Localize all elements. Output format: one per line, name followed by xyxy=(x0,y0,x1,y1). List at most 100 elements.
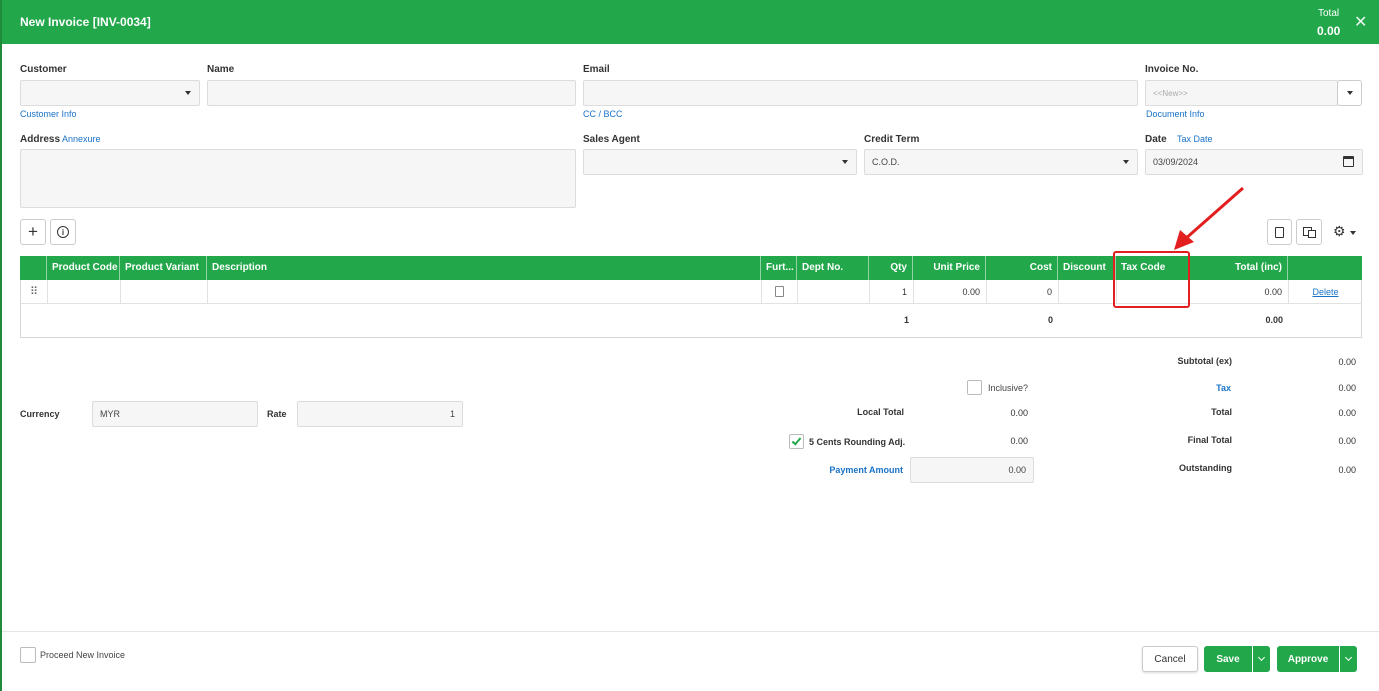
customer-label: Customer xyxy=(20,64,67,75)
copy-icon xyxy=(1302,226,1316,238)
chevron-down-icon xyxy=(185,91,191,95)
col-qty[interactable]: Qty xyxy=(869,256,913,280)
chevron-down-icon xyxy=(1257,653,1266,662)
customer-select[interactable] xyxy=(20,80,200,106)
info-button[interactable]: i xyxy=(50,219,76,245)
subtotal-value: 0.00 xyxy=(1338,357,1356,367)
credit-term-select[interactable]: C.O.D. xyxy=(864,149,1138,175)
col-cost[interactable]: Cost xyxy=(986,256,1058,280)
cancel-button[interactable]: Cancel xyxy=(1142,646,1198,672)
col-unit-price[interactable]: Unit Price xyxy=(913,256,986,280)
annexure-link[interactable]: Annexure xyxy=(62,134,101,144)
currency-field[interactable]: MYR xyxy=(92,401,258,427)
payment-amount-link[interactable]: Payment Amount xyxy=(800,465,903,475)
window-edge xyxy=(0,0,2,691)
address-label: Address xyxy=(20,134,61,145)
inclusive-checkbox[interactable] xyxy=(967,380,982,395)
cell-unit-price[interactable]: 0.00 xyxy=(914,280,987,304)
chevron-down-icon xyxy=(1344,653,1353,662)
email-label: Email xyxy=(583,64,610,75)
chevron-down-icon[interactable] xyxy=(1350,231,1356,235)
tax-date-link[interactable]: Tax Date xyxy=(1177,134,1213,144)
proceed-new-invoice-checkbox[interactable] xyxy=(20,647,36,663)
save-button[interactable]: Save xyxy=(1204,646,1252,672)
chevron-down-icon xyxy=(842,160,848,164)
clipboard-icon[interactable] xyxy=(775,286,784,297)
sales-agent-label: Sales Agent xyxy=(583,134,640,145)
final-total-value: 0.00 xyxy=(1338,436,1356,446)
cell-description[interactable] xyxy=(208,280,762,304)
local-total-label: Local Total xyxy=(857,407,904,417)
invoice-no-dropdown[interactable] xyxy=(1337,80,1362,106)
outstanding-value: 0.00 xyxy=(1338,465,1356,475)
approve-options-button[interactable] xyxy=(1340,646,1357,672)
grid-total-amount: 0.00 xyxy=(1265,315,1283,325)
col-description[interactable]: Description xyxy=(207,256,761,280)
address-field[interactable] xyxy=(20,149,576,208)
footer-divider xyxy=(2,631,1379,632)
invoice-no-field[interactable]: <<New>> xyxy=(1145,80,1338,106)
export-button[interactable] xyxy=(1267,219,1292,245)
grid-col-handle xyxy=(20,256,47,280)
subtotal-label: Subtotal (ex) xyxy=(1177,356,1232,366)
copy-button[interactable] xyxy=(1296,219,1322,245)
cell-discount[interactable] xyxy=(1059,280,1117,304)
col-dept-no[interactable]: Dept No. xyxy=(797,256,869,280)
payment-amount-field[interactable]: 0.00 xyxy=(910,457,1034,483)
credit-term-label: Credit Term xyxy=(864,134,920,145)
drag-handle-icon[interactable]: ⠿ xyxy=(21,280,48,304)
rounding-checkbox[interactable] xyxy=(789,434,804,449)
col-discount[interactable]: Discount xyxy=(1058,256,1116,280)
header-total-label: Total xyxy=(1318,8,1340,19)
chevron-down-icon xyxy=(1347,91,1353,95)
cell-dept-no[interactable] xyxy=(798,280,870,304)
cc-bcc-link[interactable]: CC / BCC xyxy=(583,109,623,119)
sales-agent-select[interactable] xyxy=(583,149,857,175)
proceed-new-invoice-label: Proceed New Invoice xyxy=(40,650,126,660)
highlight-box xyxy=(1113,251,1190,308)
col-further[interactable]: Furt... xyxy=(761,256,797,280)
cell-total-inc[interactable]: 0.00 xyxy=(1190,280,1289,304)
date-value: 03/09/2024 xyxy=(1153,157,1199,167)
customer-info-link[interactable]: Customer Info xyxy=(20,109,77,119)
grid-total-cost: 0 xyxy=(1047,315,1053,325)
save-options-button[interactable] xyxy=(1253,646,1270,672)
local-total-value: 0.00 xyxy=(1010,408,1028,418)
add-row-button[interactable]: + xyxy=(20,219,46,245)
date-label: Date xyxy=(1145,134,1167,145)
col-actions xyxy=(1288,256,1362,280)
page-title: New Invoice [INV-0034] xyxy=(20,15,151,29)
col-product-variant[interactable]: Product Variant xyxy=(120,256,207,280)
name-field[interactable] xyxy=(207,80,576,106)
document-info-link[interactable]: Document Info xyxy=(1146,109,1205,119)
rounding-label: 5 Cents Rounding Adj. xyxy=(809,437,906,447)
inclusive-label: Inclusive? xyxy=(988,383,1029,393)
cell-qty[interactable]: 1 xyxy=(870,280,914,304)
calendar-icon[interactable] xyxy=(1343,156,1354,167)
plus-icon: + xyxy=(28,222,38,241)
cell-product-variant[interactable] xyxy=(121,280,208,304)
approve-button[interactable]: Approve xyxy=(1277,646,1339,672)
rounding-value: 0.00 xyxy=(1010,436,1028,446)
email-field[interactable] xyxy=(583,80,1138,106)
gear-icon[interactable]: ⚙ xyxy=(1333,223,1346,240)
col-total-inc[interactable]: Total (inc) xyxy=(1189,256,1288,280)
delete-row-link[interactable]: Delete xyxy=(1289,280,1362,304)
total-value: 0.00 xyxy=(1338,408,1356,418)
document-icon xyxy=(1275,226,1284,238)
header-total-value: 0.00 xyxy=(1317,24,1341,38)
rate-field[interactable]: 1 xyxy=(297,401,463,427)
cell-product-code[interactable] xyxy=(48,280,121,304)
check-icon xyxy=(791,435,802,446)
tax-link[interactable]: Tax xyxy=(1130,383,1231,393)
grid-total-qty: 1 xyxy=(903,315,909,325)
date-field[interactable]: 03/09/2024 xyxy=(1145,149,1363,175)
tax-value: 0.00 xyxy=(1338,383,1356,393)
close-icon[interactable]: ✕ xyxy=(1354,12,1367,32)
final-total-label: Final Total xyxy=(1187,435,1232,445)
cell-cost[interactable]: 0 xyxy=(987,280,1059,304)
name-label: Name xyxy=(207,64,235,75)
cell-further[interactable] xyxy=(762,280,798,304)
col-product-code[interactable]: Product Code xyxy=(47,256,120,280)
rate-label: Rate xyxy=(267,409,287,419)
